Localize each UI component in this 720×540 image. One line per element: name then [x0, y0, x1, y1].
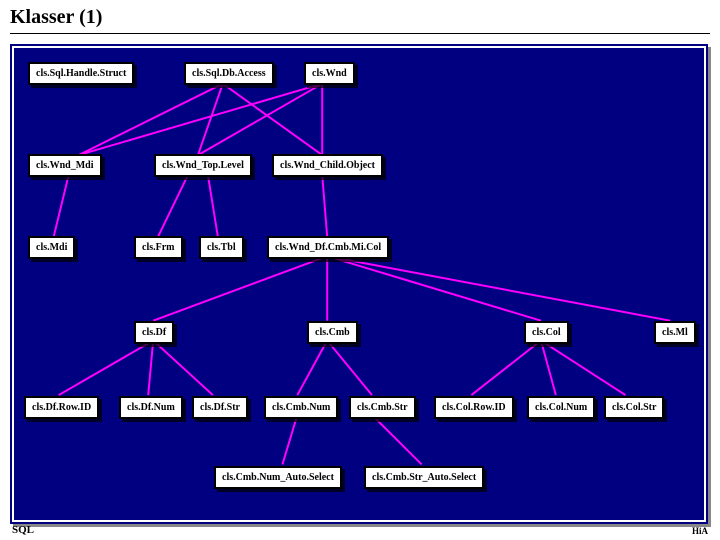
- node-col-str: cls.Col.Str: [604, 396, 664, 419]
- node-df-num: cls.Df.Num: [119, 396, 183, 419]
- node-cmb-num-auto-select: cls.Cmb.Num_Auto.Select: [214, 466, 342, 489]
- node-wnd-mdi: cls.Wnd_Mdi: [28, 154, 102, 177]
- node-wnd-df-cmb-mi-col: cls.Wnd_Df.Cmb.Mi.Col: [267, 236, 389, 259]
- node-df-str: cls.Df.Str: [192, 396, 248, 419]
- node-frm: cls.Frm: [134, 236, 183, 259]
- node-cmb-num: cls.Cmb.Num: [264, 396, 338, 419]
- node-cmb-str-auto-select: cls.Cmb.Str_Auto.Select: [364, 466, 484, 489]
- footer-left: SQL: [12, 524, 34, 536]
- diagram-canvas: cls.Sql.Handle.Struct cls.Sql.Db.Access …: [10, 44, 708, 524]
- node-sql-db-access: cls.Sql.Db.Access: [184, 62, 274, 85]
- node-col-num: cls.Col.Num: [527, 396, 595, 419]
- node-col: cls.Col: [524, 321, 569, 344]
- node-df: cls.Df: [134, 321, 174, 344]
- node-cmb: cls.Cmb: [307, 321, 358, 344]
- node-wnd-top-level: cls.Wnd_Top.Level: [154, 154, 252, 177]
- node-cmb-str: cls.Cmb.Str: [349, 396, 416, 419]
- node-wnd-child-object: cls.Wnd_Child.Object: [272, 154, 383, 177]
- node-mdi: cls.Mdi: [28, 236, 75, 259]
- node-tbl: cls.Tbl: [199, 236, 244, 259]
- node-wnd: cls.Wnd: [304, 62, 355, 85]
- connector-lines: [14, 48, 704, 520]
- page-title: Klasser (1): [0, 0, 720, 33]
- node-col-row-id: cls.Col.Row.ID: [434, 396, 514, 419]
- title-underline: [10, 33, 710, 34]
- node-sql-handle-struct: cls.Sql.Handle.Struct: [28, 62, 134, 85]
- node-ml: cls.Ml: [654, 321, 696, 344]
- diagram-inner: cls.Sql.Handle.Struct cls.Sql.Db.Access …: [12, 46, 706, 522]
- footer-right: HiA: [692, 526, 708, 536]
- node-df-row-id: cls.Df.Row.ID: [24, 396, 99, 419]
